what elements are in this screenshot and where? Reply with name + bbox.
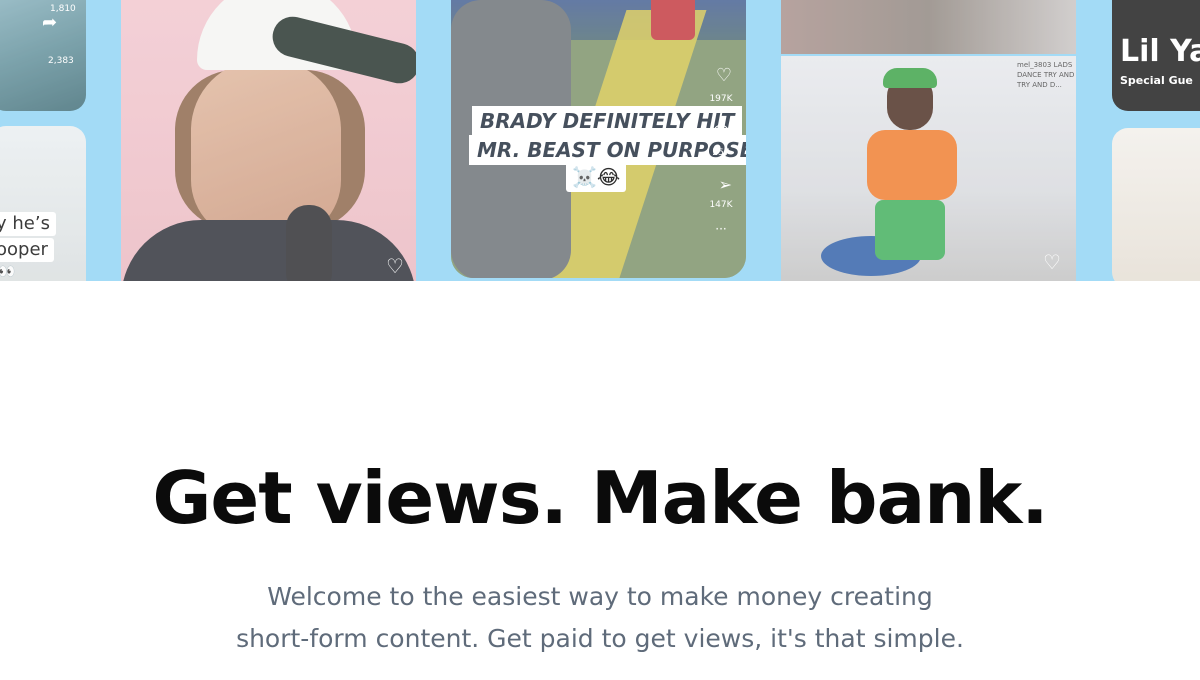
video-caption: y he’s xyxy=(0,212,56,236)
video-card-4[interactable]: mel_3803 LADS DANCE TRY AND TRY AND D...… xyxy=(781,56,1076,281)
share-count: 2,383 xyxy=(48,56,74,66)
microphone-shape xyxy=(286,205,332,281)
heart-outline-icon[interactable]: ♡ xyxy=(386,256,404,276)
video-card-5-bottom[interactable] xyxy=(1112,128,1200,281)
hero-headline: Get views. Make bank. xyxy=(152,456,1048,540)
video-title: Lil Yac xyxy=(1120,34,1200,69)
video-caption: MR. BEAST ON PURPOSE xyxy=(469,135,746,165)
video-thumbnail-player-red xyxy=(651,0,695,40)
video-card-1-bottom[interactable]: y he’s ooper 👀 xyxy=(0,126,86,281)
video-thumbnail-dancer xyxy=(867,68,957,281)
video-subtitle: Special Gue xyxy=(1120,74,1193,87)
video-card-5-top[interactable]: Lil Yac Special Gue xyxy=(1112,0,1200,111)
heart-outline-icon[interactable]: ♡ xyxy=(716,66,732,86)
video-thumbnail-shirt xyxy=(121,220,416,281)
like-count: 197K xyxy=(709,94,733,104)
video-caption: BRADY DEFINITELY HIT xyxy=(472,106,743,136)
send-icon[interactable]: ➢ xyxy=(719,175,732,195)
video-card-4-top[interactable] xyxy=(781,0,1076,54)
dancer-hat xyxy=(883,68,937,88)
caption-emoji: ☠️😂 xyxy=(566,162,627,192)
share-arrow-icon[interactable]: ➦ xyxy=(42,14,57,32)
comment-count: 257 xyxy=(712,148,730,158)
heart-outline-icon[interactable]: ♡ xyxy=(1043,252,1061,272)
video-card-3[interactable]: BRADY DEFINITELY HIT MR. BEAST ON PURPOS… xyxy=(451,0,746,278)
hero-subtext-line: Welcome to the easiest way to make money… xyxy=(267,582,933,611)
video-caption: ooper xyxy=(0,238,54,262)
dancer-shorts xyxy=(875,200,945,260)
live-chat-text: mel_3803 LADS DANCE TRY AND TRY AND D... xyxy=(1017,61,1075,89)
video-showcase-banner: 1,810 ➦ 2,383 y he’s ooper 👀 ♡ BRADY DEF… xyxy=(0,0,1200,281)
video-card-2[interactable]: ♡ xyxy=(121,0,416,281)
hero-subtext-line: short-form content. Get paid to get view… xyxy=(236,624,964,653)
eyes-emoji: 👀 xyxy=(0,264,16,280)
share-count: 147K xyxy=(709,200,733,210)
comment-icon[interactable]: ◯ xyxy=(712,122,730,142)
dancer-shirt xyxy=(867,130,957,200)
video-card-1-top[interactable]: 1,810 ➦ 2,383 xyxy=(0,0,86,111)
more-options-icon[interactable]: ··· xyxy=(706,222,736,236)
hero-subtext: Welcome to the easiest way to make money… xyxy=(0,576,1200,660)
